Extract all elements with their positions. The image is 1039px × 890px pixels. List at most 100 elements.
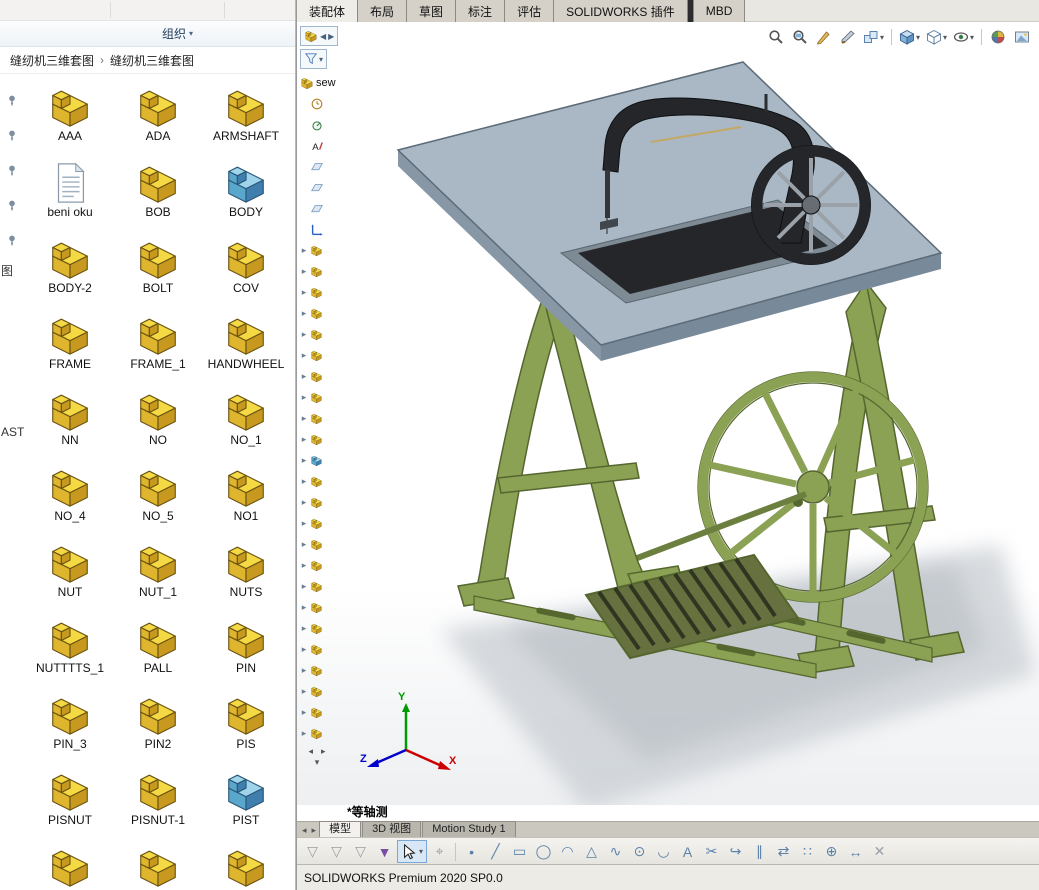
- pin-icon[interactable]: [5, 164, 19, 178]
- expand-chevron-icon[interactable]: ▸: [300, 371, 308, 382]
- tree-component-row[interactable]: ▸: [300, 345, 324, 366]
- document-tab[interactable]: 3D 视图: [362, 821, 421, 837]
- expand-chevron-icon[interactable]: ▸: [300, 434, 308, 445]
- file-item[interactable]: ARMSHAFT: [202, 84, 290, 160]
- document-tab[interactable]: Motion Study 1: [422, 821, 515, 837]
- file-item[interactable]: NN: [26, 388, 114, 464]
- expand-chevron-icon[interactable]: ▸: [300, 245, 308, 256]
- hide-show-items-button[interactable]: ▾: [951, 26, 976, 48]
- file-item[interactable]: PISNUT: [26, 768, 114, 844]
- scroll-right-icon[interactable]: ▸: [321, 746, 326, 757]
- file-item[interactable]: COV: [202, 236, 290, 312]
- selection-filter-toggle-button[interactable]: ▼: [373, 840, 396, 863]
- section-view-button[interactable]: [837, 26, 859, 48]
- file-item[interactable]: PIN_3: [26, 692, 114, 768]
- file-item[interactable]: NUT: [26, 540, 114, 616]
- file-item[interactable]: FRAME_1: [114, 312, 202, 388]
- file-item[interactable]: BODY: [202, 160, 290, 236]
- select-tool-button[interactable]: ▾: [397, 840, 427, 863]
- scroll-down-icon[interactable]: ▾: [315, 757, 320, 768]
- ribbon-tab[interactable]: MBD: [693, 0, 746, 22]
- tree-component-row[interactable]: ▸: [300, 261, 324, 282]
- tree-component-row[interactable]: ▸: [300, 639, 324, 660]
- file-item[interactable]: BODY-2: [26, 236, 114, 312]
- ribbon-tab[interactable]: 标注: [456, 0, 505, 22]
- file-item[interactable]: NO: [114, 388, 202, 464]
- tree-component-row[interactable]: ▸: [300, 597, 324, 618]
- display-style-button[interactable]: ▾: [924, 26, 949, 48]
- ribbon-tab[interactable]: 评估: [505, 0, 554, 22]
- file-item[interactable]: [26, 844, 114, 890]
- file-item[interactable]: NO_4: [26, 464, 114, 540]
- dynamic-annotation-views-button[interactable]: ▾: [861, 26, 886, 48]
- sketch-line-button[interactable]: ╱: [484, 840, 507, 863]
- expand-chevron-icon[interactable]: ▸: [300, 560, 308, 571]
- tree-component-row[interactable]: ▸: [300, 471, 324, 492]
- tree-component-row[interactable]: ▸: [300, 723, 324, 744]
- expand-chevron-icon[interactable]: ▸: [300, 476, 308, 487]
- expand-chevron-icon[interactable]: ▸: [300, 287, 308, 298]
- file-item[interactable]: PIST: [202, 768, 290, 844]
- apply-scene-button[interactable]: [1011, 26, 1033, 48]
- expand-chevron-icon[interactable]: ▸: [300, 707, 308, 718]
- expand-chevron-icon[interactable]: ▸: [300, 518, 308, 529]
- offset-entities-button[interactable]: ∥: [748, 840, 771, 863]
- tree-item-sensors[interactable]: ▸: [300, 114, 324, 135]
- scroll-left-icon[interactable]: ◂: [308, 746, 313, 757]
- expand-chevron-icon[interactable]: ▸: [300, 413, 308, 424]
- tree-component-row[interactable]: ▸: [300, 702, 324, 723]
- tree-component-row[interactable]: ▸: [300, 660, 324, 681]
- file-item[interactable]: [114, 844, 202, 890]
- tree-component-row[interactable]: ▸: [300, 681, 324, 702]
- expand-chevron-icon[interactable]: ▸: [300, 497, 308, 508]
- expand-chevron-icon[interactable]: ▸: [300, 686, 308, 697]
- file-item[interactable]: BOB: [114, 160, 202, 236]
- pin-icon[interactable]: [5, 94, 19, 108]
- tree-component-row[interactable]: ▸: [300, 513, 324, 534]
- file-item[interactable]: NUTTTTS_1: [26, 616, 114, 692]
- graphics-viewport[interactable]: Y X Z: [297, 22, 1039, 805]
- magnified-selection-button[interactable]: ⌖: [428, 840, 451, 863]
- zoom-to-area-button[interactable]: [789, 26, 811, 48]
- tree-item-right-plane[interactable]: ▸: [300, 198, 324, 219]
- sketch-text-button[interactable]: A: [676, 840, 699, 863]
- tree-component-row[interactable]: ▸: [300, 429, 324, 450]
- expand-chevron-icon[interactable]: ▸: [300, 728, 308, 739]
- polygon-button[interactable]: △: [580, 840, 603, 863]
- expand-chevron-icon[interactable]: ▸: [300, 623, 308, 634]
- file-item[interactable]: ADA: [114, 84, 202, 160]
- tab-scroll-left-icon[interactable]: ◂: [300, 825, 309, 837]
- collapse-right-icon[interactable]: ▶: [328, 32, 334, 41]
- side-item-label[interactable]: AST: [1, 425, 24, 439]
- file-item[interactable]: [202, 844, 290, 890]
- file-item[interactable]: NO1: [202, 464, 290, 540]
- fillet-button[interactable]: ◡: [652, 840, 675, 863]
- expand-chevron-icon[interactable]: ▸: [300, 665, 308, 676]
- circle-button[interactable]: ◯: [532, 840, 555, 863]
- breadcrumb-item[interactable]: 缝纫机三维套图: [10, 52, 94, 69]
- move-entities-button[interactable]: ⊕: [820, 840, 843, 863]
- tree-component-row[interactable]: ▸: [300, 303, 324, 324]
- tree-item-origin[interactable]: ▸: [300, 219, 324, 240]
- expand-chevron-icon[interactable]: ▸: [300, 266, 308, 277]
- pin-icon[interactable]: [5, 129, 19, 143]
- expand-chevron-icon[interactable]: ▸: [300, 329, 308, 340]
- arc-button[interactable]: ◠: [556, 840, 579, 863]
- filter-faces-button[interactable]: ▽: [349, 840, 372, 863]
- file-item[interactable]: beni oku: [26, 160, 114, 236]
- tree-component-row[interactable]: ▸: [300, 576, 324, 597]
- file-item[interactable]: PISNUT-1: [114, 768, 202, 844]
- tree-item-history[interactable]: ▸: [300, 93, 324, 114]
- tab-scroll-right-icon[interactable]: ▸: [310, 825, 319, 837]
- tree-component-row[interactable]: ▸: [300, 618, 324, 639]
- organize-button[interactable]: 组织 ▾: [156, 24, 199, 43]
- tree-component-row[interactable]: ▸: [300, 555, 324, 576]
- previous-view-button[interactable]: [813, 26, 835, 48]
- view-orientation-button[interactable]: ▾: [897, 26, 922, 48]
- side-item-label[interactable]: 图: [1, 262, 13, 279]
- file-item[interactable]: BOLT: [114, 236, 202, 312]
- edit-appearance-button[interactable]: [987, 26, 1009, 48]
- convert-entities-button[interactable]: ↪: [724, 840, 747, 863]
- sketch-point-button[interactable]: •: [460, 840, 483, 863]
- file-item[interactable]: PIN2: [114, 692, 202, 768]
